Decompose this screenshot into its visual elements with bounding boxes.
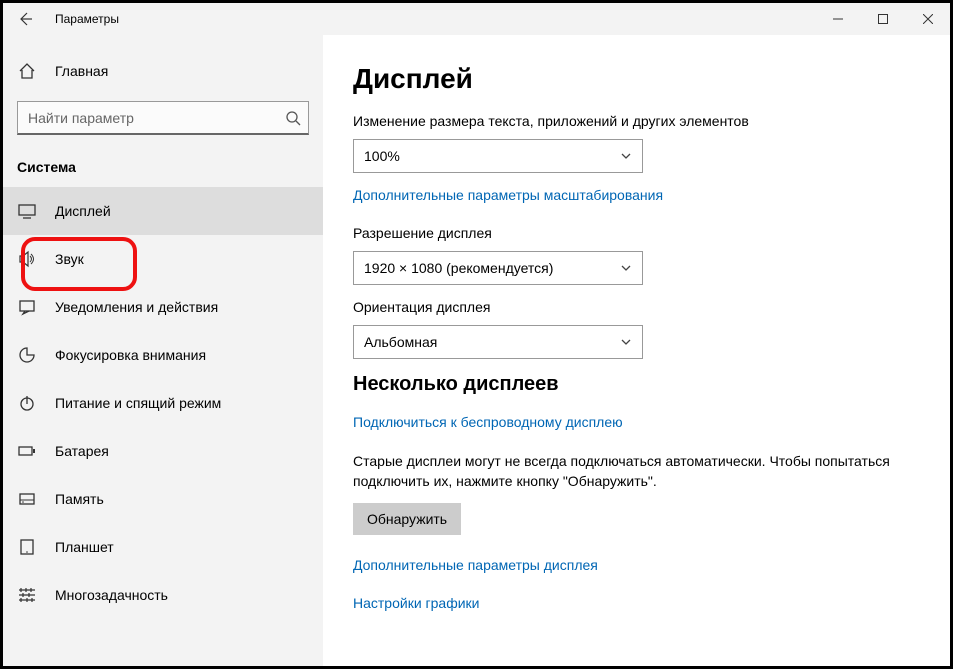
sidebar-item-label: Фокусировка внимания [55,347,206,363]
scale-label: Изменение размера текста, приложений и д… [353,113,910,129]
search-input[interactable] [17,101,309,135]
sidebar: Главная Система Дисплей Звук [3,35,323,666]
sidebar-item-label: Планшет [55,539,114,555]
chevron-down-icon [620,262,632,274]
detect-button[interactable]: Обнаружить [353,503,461,535]
sidebar-item-battery[interactable]: Батарея [3,427,323,475]
maximize-button[interactable] [860,3,905,35]
resolution-combo[interactable]: 1920 × 1080 (рекомендуется) [353,251,643,285]
orientation-combo[interactable]: Альбомная [353,325,643,359]
detect-info-text: Старые дисплеи могут не всегда подключат… [353,452,910,491]
window-title: Параметры [55,12,119,26]
close-button[interactable] [905,3,950,35]
sidebar-item-sound[interactable]: Звук [3,235,323,283]
sidebar-home-label: Главная [55,63,108,79]
orientation-value: Альбомная [364,334,437,350]
sidebar-item-notifications[interactable]: Уведомления и действия [3,283,323,331]
sidebar-item-label: Батарея [55,443,109,459]
orientation-label: Ориентация дисплея [353,299,910,315]
sidebar-item-label: Дисплей [55,203,111,219]
scale-value: 100% [364,148,400,164]
notifications-icon [17,297,37,317]
multitask-icon [17,585,37,605]
sidebar-item-power[interactable]: Питание и спящий режим [3,379,323,427]
sidebar-item-focus[interactable]: Фокусировка внимания [3,331,323,379]
page-title: Дисплей [353,63,910,95]
sidebar-item-multitask[interactable]: Многозадачность [3,571,323,619]
graphics-settings-link[interactable]: Настройки графики [353,595,480,611]
home-icon [17,61,37,81]
tablet-icon [17,537,37,557]
power-icon [17,393,37,413]
chevron-down-icon [620,336,632,348]
sidebar-category: Система [3,149,323,187]
titlebar: Параметры [3,3,950,35]
back-button[interactable] [15,9,35,29]
resolution-label: Разрешение дисплея [353,225,910,241]
display-icon [17,201,37,221]
sidebar-item-tablet[interactable]: Планшет [3,523,323,571]
main-content: Дисплей Изменение размера текста, прилож… [323,35,950,666]
adv-display-link[interactable]: Дополнительные параметры дисплея [353,557,598,573]
sound-icon [17,249,37,269]
sidebar-item-label: Память [55,491,104,507]
focus-icon [17,345,37,365]
battery-icon [17,441,37,461]
adv-scale-link[interactable]: Дополнительные параметры масштабирования [353,187,663,203]
wireless-display-link[interactable]: Подключиться к беспроводному дисплею [353,414,623,430]
chevron-down-icon [620,150,632,162]
sidebar-item-storage[interactable]: Память [3,475,323,523]
sidebar-item-label: Питание и спящий режим [55,395,221,411]
storage-icon [17,489,37,509]
resolution-value: 1920 × 1080 (рекомендуется) [364,260,553,276]
sidebar-item-label: Уведомления и действия [55,299,218,315]
scale-combo[interactable]: 100% [353,139,643,173]
minimize-button[interactable] [815,3,860,35]
sidebar-home[interactable]: Главная [3,53,323,89]
sidebar-item-display[interactable]: Дисплей [3,187,323,235]
sidebar-item-label: Многозадачность [55,587,168,603]
search-icon [285,110,301,126]
multi-display-heading: Несколько дисплеев [353,373,910,396]
sidebar-item-label: Звук [55,251,84,267]
